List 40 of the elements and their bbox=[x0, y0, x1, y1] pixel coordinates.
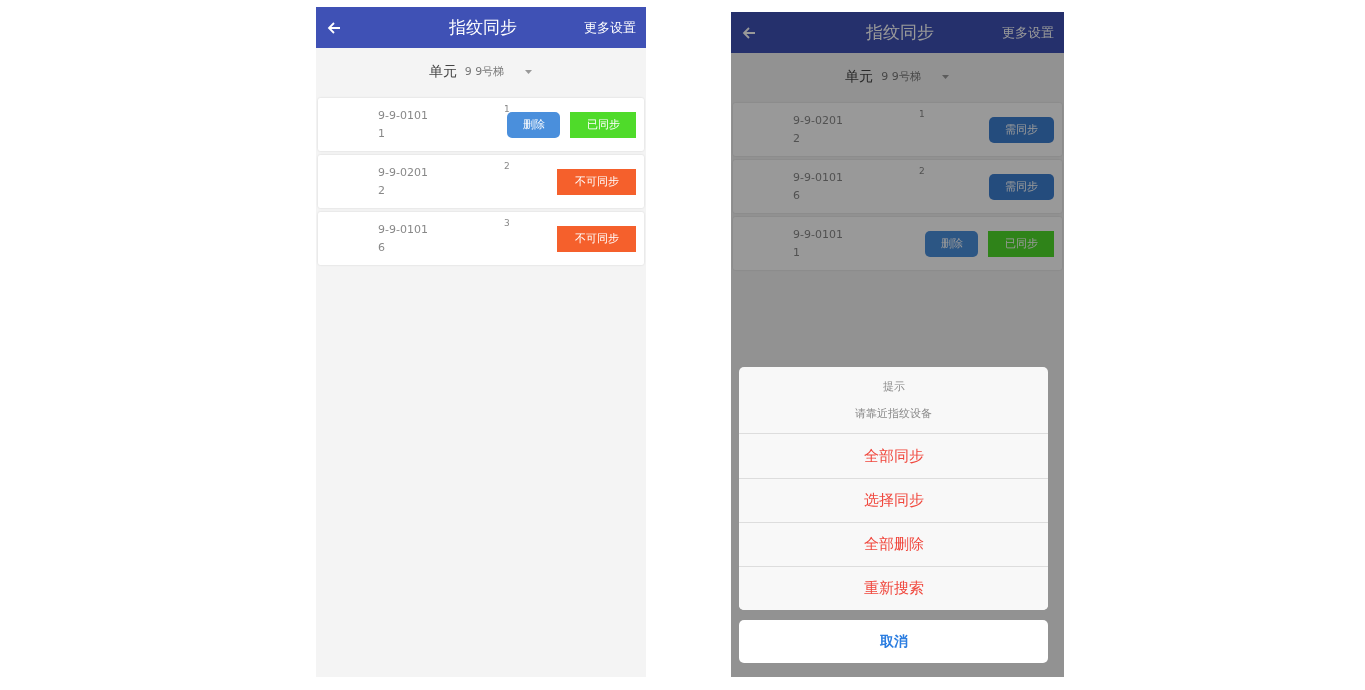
sync-status-button[interactable]: 需同步 bbox=[989, 116, 1054, 143]
sheet-option[interactable]: 重新搜索 bbox=[739, 566, 1048, 610]
row-index: 2 bbox=[504, 161, 510, 171]
unit-dropdown[interactable]: 9 9号梯 bbox=[464, 64, 505, 79]
fingerprint-count: 6 bbox=[378, 241, 386, 254]
page-title: 指纹同步 bbox=[864, 21, 935, 44]
fingerprint-count: 2 bbox=[378, 184, 386, 197]
more-settings-link[interactable]: 更多设置 bbox=[1002, 23, 1054, 42]
room-code: 9-9-0101 bbox=[378, 109, 429, 122]
room-code: 9-9-0101 bbox=[378, 223, 429, 236]
row-index: 1 bbox=[919, 109, 925, 119]
more-settings-link[interactable]: 更多设置 bbox=[584, 18, 636, 37]
sync-status-button[interactable]: 不可同步 bbox=[557, 168, 636, 195]
room-code: 9-9-0201 bbox=[793, 114, 844, 127]
page-title: 指纹同步 bbox=[448, 16, 518, 39]
sync-status-button[interactable]: 已同步 bbox=[988, 230, 1054, 257]
unit-dropdown[interactable]: 9 9号梯 bbox=[881, 69, 921, 84]
row-index: 2 bbox=[919, 166, 925, 176]
row-index: 1 bbox=[504, 104, 510, 114]
back-icon[interactable] bbox=[326, 19, 342, 36]
dropdown-caret-icon[interactable] bbox=[524, 68, 534, 75]
fingerprint-count: 1 bbox=[378, 127, 386, 140]
sheet-title: 提示 bbox=[882, 379, 905, 394]
unit-label: 单元 bbox=[845, 67, 874, 86]
sync-status-button[interactable]: 需同步 bbox=[989, 173, 1054, 200]
room-code: 9-9-0101 bbox=[793, 228, 844, 241]
fingerprint-count: 2 bbox=[793, 132, 801, 145]
row-index: 3 bbox=[504, 218, 510, 228]
fingerprint-count: 6 bbox=[793, 189, 801, 202]
sync-status-button[interactable]: 已同步 bbox=[570, 111, 636, 138]
fingerprint-count: 1 bbox=[793, 246, 801, 259]
sheet-message: 请靠近指纹设备 bbox=[855, 406, 932, 421]
cancel-button[interactable]: 取消 bbox=[739, 620, 1048, 663]
room-code: 9-9-0201 bbox=[378, 166, 429, 179]
room-code: 9-9-0101 bbox=[793, 171, 844, 184]
delete-button[interactable]: 删除 bbox=[925, 230, 978, 257]
sync-status-button[interactable]: 不可同步 bbox=[557, 225, 636, 252]
back-icon[interactable] bbox=[741, 24, 757, 41]
unit-label: 单元 bbox=[428, 62, 457, 81]
delete-button[interactable]: 删除 bbox=[507, 111, 560, 138]
